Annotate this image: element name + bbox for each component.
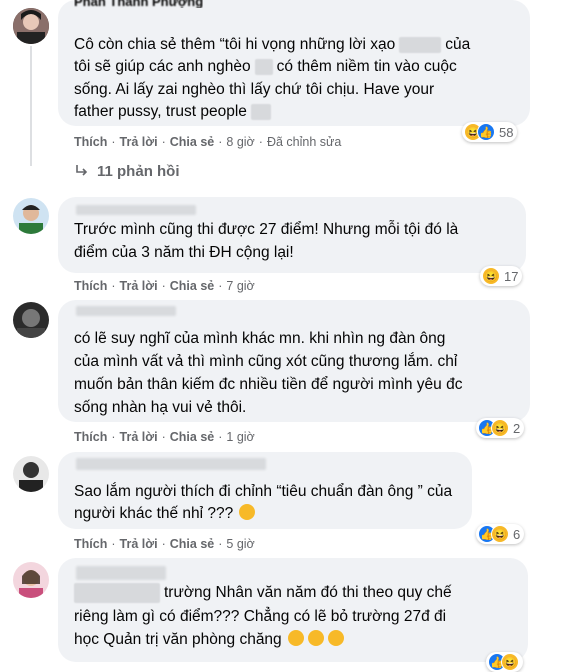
comment-author[interactable] [76, 458, 266, 470]
reaction-summary[interactable]: 😆 17 [480, 266, 523, 286]
haha-emoji-icon: 😆 [491, 419, 509, 437]
comment-text: tôi sẽ giúp các anh nghèo có thêm niềm ti… [74, 58, 457, 75]
comment-text: muốn bản thân kiếm đc nhiều tiền để ngườ… [74, 376, 463, 393]
grin-emoji-icon [307, 630, 324, 646]
avatar-photo [13, 302, 49, 338]
avatar-photo [13, 198, 49, 234]
reply-arrow-icon [74, 163, 90, 184]
comment-text: người khác thế nhỉ ??? [74, 503, 256, 526]
share-link[interactable]: Chia sẻ [170, 279, 214, 293]
comment-text: riêng làm gì có điểm??? Chẳng có lẽ bỏ t… [74, 608, 447, 625]
avatar-photo [13, 8, 49, 44]
reply-link[interactable]: Trả lời [120, 279, 158, 293]
comment-actions: Thích · Trả lời · Chia sẻ · 5 giờ [74, 537, 255, 551]
like-link[interactable]: Thích [74, 430, 107, 444]
timestamp[interactable]: 8 giờ [226, 135, 254, 149]
grin-emoji-icon [327, 630, 344, 646]
comment-text: Cô còn chia sẻ thêm “tôi hi vọng những l… [74, 36, 471, 53]
comment-text: điểm của 3 năm thi ĐH cộng lại! [74, 244, 294, 261]
censored-text [399, 36, 442, 53]
comment-author[interactable] [76, 566, 166, 580]
share-link[interactable]: Chia sẻ [170, 537, 214, 551]
reply-link[interactable]: Trả lời [120, 135, 158, 149]
reaction-summary[interactable]: 😆 👍 58 [462, 122, 518, 142]
avatar[interactable] [13, 562, 49, 598]
reaction-summary[interactable]: 👍 😆 [486, 652, 523, 672]
comment-text: có lẽ suy nghĩ của mình khác mn. khi nhì… [74, 330, 446, 347]
comment-author[interactable] [76, 306, 176, 316]
comment-text: sống. Ai lấy zai nghèo thì lấy chứ tôi c… [74, 81, 435, 98]
like-link[interactable]: Thích [74, 279, 107, 293]
share-link[interactable]: Chia sẻ [170, 135, 214, 149]
comment-text: Trước mình cũng thi được 27 điểm! Nhưng … [74, 221, 459, 238]
timestamp[interactable]: 5 giờ [226, 537, 254, 551]
comment-text: Sao lắm người thích đi chỉnh “tiêu chuẩn… [74, 483, 453, 500]
reply-link[interactable]: Trả lời [120, 537, 158, 551]
comment-author[interactable]: Phan Thanh Phượng [74, 0, 203, 8]
censored-text [250, 103, 271, 120]
comment-text: học Quản trị văn phòng chăng [74, 629, 344, 652]
comment-text: father pussy, trust people [74, 101, 271, 124]
censored-text [74, 582, 160, 603]
comment-actions: Thích · Trả lời · Chia sẻ · 1 giờ [74, 430, 255, 444]
haha-emoji-icon: 😆 [501, 653, 519, 671]
reply-link[interactable]: Trả lời [120, 430, 158, 444]
like-link[interactable]: Thích [74, 135, 107, 149]
thread-line [30, 46, 32, 166]
unamused-emoji-icon [239, 504, 256, 520]
comment-text: sống nhàn hạ vui vẻ thôi. [74, 399, 247, 416]
grin-emoji-icon [287, 630, 304, 646]
avatar-photo [13, 456, 49, 492]
timestamp[interactable]: 1 giờ [226, 430, 254, 444]
comment-text: trường Nhân văn năm đó thi theo quy chế [74, 582, 452, 605]
edited-label: Đã chỉnh sửa [266, 135, 342, 149]
avatar[interactable] [13, 198, 49, 234]
avatar[interactable] [13, 302, 49, 338]
comment-actions: Thích · Trả lời · Chia sẻ · 7 giờ [74, 279, 255, 293]
share-link[interactable]: Chia sẻ [170, 430, 214, 444]
comment-actions: Thích · Trả lời · Chia sẻ · 8 giờ · Đã chỉnh sửa [74, 135, 342, 149]
comment-text: của mình vất vả thì mình cũng xót cũng t… [74, 353, 458, 370]
avatar-photo [13, 562, 49, 598]
censored-text [254, 58, 273, 75]
timestamp[interactable]: 7 giờ [226, 279, 254, 293]
avatar[interactable] [13, 8, 49, 44]
haha-emoji-icon: 😆 [491, 525, 509, 543]
comment-author[interactable] [76, 205, 196, 215]
view-replies-link[interactable]: 11 phản hồi [97, 163, 180, 180]
avatar[interactable] [13, 456, 49, 492]
reaction-summary[interactable]: 👍 😆 2 [476, 418, 525, 438]
reaction-summary[interactable]: 👍 😆 6 [476, 524, 525, 544]
haha-emoji-icon: 😆 [482, 267, 500, 285]
like-link[interactable]: Thích [74, 537, 107, 551]
like-thumb-icon: 👍 [477, 123, 495, 141]
